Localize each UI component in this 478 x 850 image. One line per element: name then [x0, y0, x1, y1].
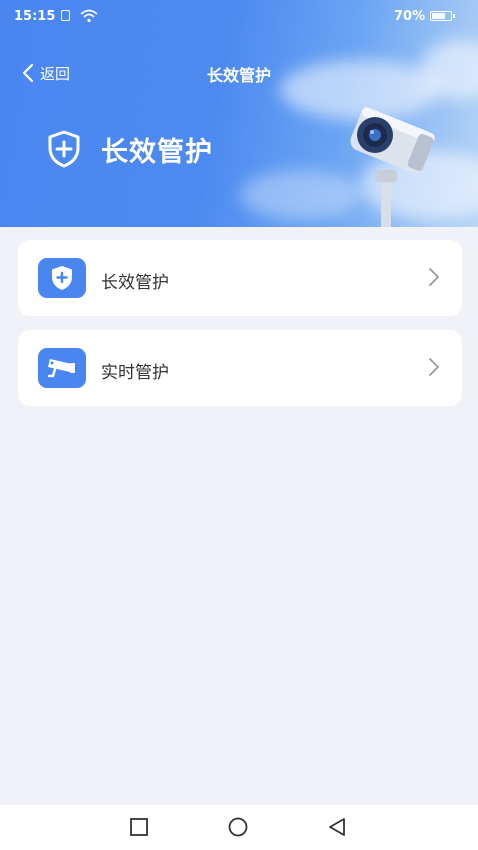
camera-icon	[47, 359, 75, 378]
wifi-icon	[80, 9, 98, 23]
shield-plus-icon	[48, 130, 80, 168]
banner-title: 长效管护	[101, 137, 213, 168]
sim-icon	[61, 10, 70, 21]
chevron-right-icon	[429, 268, 439, 286]
battery-icon	[430, 11, 455, 21]
recent-apps-button[interactable]	[129, 817, 149, 837]
menu-item-label: 长效管护	[101, 273, 169, 293]
home-button[interactable]	[227, 817, 249, 837]
card-icon-bg	[38, 258, 86, 298]
chevron-right-icon	[429, 358, 439, 376]
system-nav-bar	[0, 805, 478, 850]
back-nav-button[interactable]	[327, 817, 347, 837]
status-bar: 15:15 70%	[0, 0, 478, 32]
battery-percent: 70%	[394, 9, 426, 24]
page-title: 长效管护	[206, 66, 271, 85]
menu-item-label: 实时管护	[101, 363, 169, 383]
header-banner: 15:15 70% 返回 长效管护 长效管护	[0, 0, 478, 227]
menu-item-real-time-care[interactable]: 实时管护	[18, 330, 462, 406]
card-icon-bg	[38, 348, 86, 388]
security-camera-image	[350, 107, 435, 227]
menu-item-long-term-care[interactable]: 长效管护	[18, 240, 462, 316]
shield-plus-icon	[52, 266, 72, 290]
status-time: 15:15	[14, 9, 56, 24]
